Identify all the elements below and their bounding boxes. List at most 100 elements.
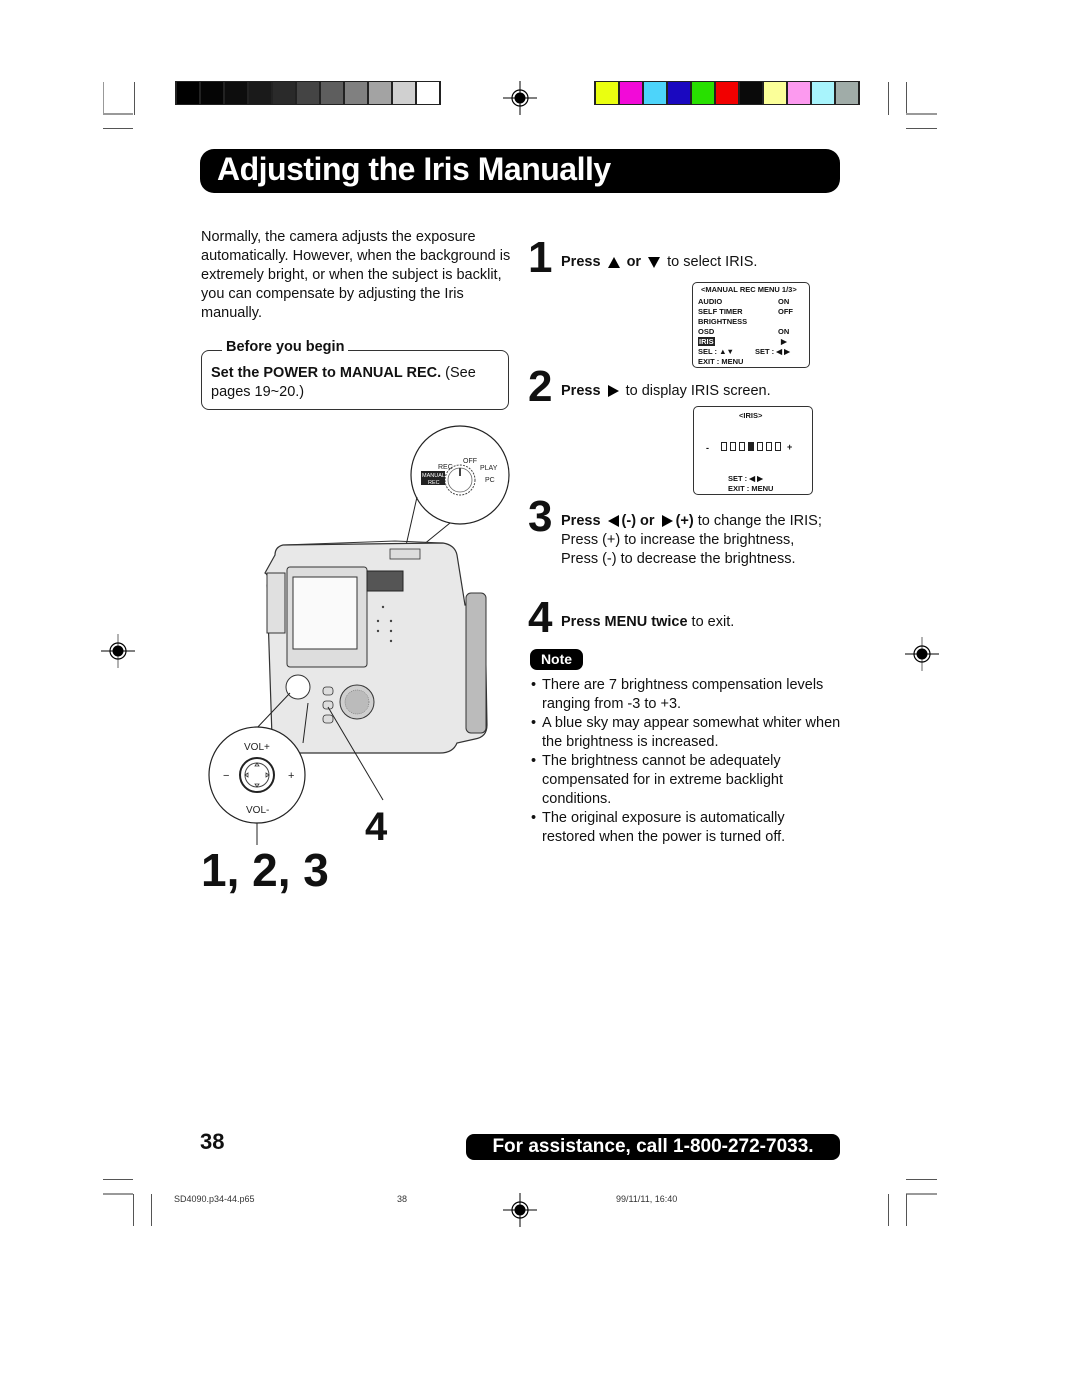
- crop-mark: [888, 1194, 889, 1226]
- registration-mark-icon: [905, 637, 939, 671]
- button-1: [322, 686, 334, 696]
- step-4-text: Press MENU twice to exit.: [561, 614, 735, 630]
- osd-row-label: SELF TIMER: [698, 307, 743, 316]
- osd-exit-hint: EXIT : MENU: [698, 357, 744, 366]
- gray-swatch: [297, 82, 319, 104]
- crop-mark: [103, 128, 133, 129]
- color-swatch: [596, 82, 618, 104]
- iris-level: [721, 442, 727, 451]
- vol-plus-label: VOL+: [244, 742, 270, 753]
- iris-level-current: [748, 442, 754, 451]
- gray-swatch: [393, 82, 415, 104]
- step-2-number: 2: [528, 362, 553, 411]
- top-dial-icon: [389, 548, 421, 560]
- camera-illustration: OFF REC PLAY PC MANUAL REC VOL+ VOL- − +: [208, 425, 510, 845]
- crop-mark: [103, 1193, 133, 1195]
- crop-mark: [103, 82, 104, 115]
- gray-swatch: [201, 82, 223, 104]
- plus-label: +: [288, 770, 294, 782]
- color-swatch: [812, 82, 834, 104]
- color-swatch: [620, 82, 642, 104]
- before-you-begin-heading: Before you begin: [222, 339, 349, 355]
- crop-mark: [906, 128, 937, 129]
- osd-row-value: ON: [778, 297, 790, 306]
- power-instruction: Set the POWER to MANUAL REC.: [211, 365, 442, 381]
- osd-iris-exit-hint: EXIT : MENU: [728, 484, 774, 493]
- footer-page: 38: [397, 1194, 408, 1204]
- vol-minus-label: VOL-: [246, 805, 269, 816]
- big-round-button: [285, 674, 311, 700]
- page-title: Adjusting the Iris Manually: [217, 151, 611, 187]
- gray-swatch: [177, 82, 199, 104]
- assistance-banner: For assistance, call 1-800-272-7033.: [466, 1134, 840, 1160]
- osd-row-value: OFF: [778, 307, 793, 316]
- note-item: There are 7 brightness compensation leve…: [531, 676, 841, 714]
- note-list: There are 7 brightness compensation leve…: [531, 676, 841, 847]
- footer-filename: SD4090.p34-44.p65: [174, 1194, 255, 1204]
- before-you-begin-text: Set the POWER to MANUAL REC. (See pages …: [211, 364, 506, 402]
- button-3: [322, 714, 334, 724]
- crop-mark: [134, 82, 135, 115]
- gray-swatch: [249, 82, 271, 104]
- osd-menu-header: <MANUAL REC MENU 1/3>: [701, 285, 797, 294]
- osd-row-label: BRIGHTNESS: [698, 317, 748, 326]
- step-1-text: Press or to select IRIS.: [561, 254, 758, 270]
- color-swatch: [692, 82, 714, 104]
- crop-mark: [906, 113, 937, 115]
- page-title-banner: Adjusting the Iris Manually: [200, 149, 840, 193]
- gray-swatch: [225, 82, 247, 104]
- gray-swatch: [321, 82, 343, 104]
- color-swatch: [716, 82, 738, 104]
- iris-level: [775, 442, 781, 451]
- right-arrow-icon: [607, 385, 619, 398]
- gray-swatch: [417, 82, 439, 104]
- grayscale-bar: [175, 81, 441, 105]
- crop-mark: [906, 82, 907, 115]
- iris-level-scale: [721, 442, 781, 451]
- step-2-text: Press to display IRIS screen.: [561, 383, 771, 399]
- grip-panel: [465, 592, 487, 734]
- step-1-number: 1: [528, 233, 553, 282]
- crop-mark: [906, 1179, 937, 1180]
- osd-row-value: ON: [778, 327, 790, 336]
- crop-mark: [888, 82, 889, 115]
- crop-mark: [103, 113, 133, 115]
- osd-row-iris-selected: IRIS: [698, 337, 715, 346]
- color-bar: [594, 81, 860, 105]
- right-arrow-icon: [661, 515, 673, 528]
- dial-label-manual-rec: MANUAL: [422, 473, 445, 479]
- step-3-text: Press (-) or (+) to change the IRIS; Pre…: [561, 513, 822, 567]
- registration-mark-icon: [503, 1193, 537, 1227]
- osd-sel-hint: SEL : ▲▼: [698, 347, 734, 356]
- crop-mark: [133, 1194, 134, 1226]
- gray-swatch: [369, 82, 391, 104]
- osd-iris-header: <IRIS>: [739, 411, 763, 420]
- crop-mark: [906, 1193, 937, 1195]
- footer-timestamp: 99/11/11, 16:40: [616, 1194, 678, 1204]
- note-item: The brightness cannot be adequately comp…: [531, 752, 841, 809]
- note-item: The original exposure is automatically r…: [531, 809, 841, 847]
- color-swatch: [668, 82, 690, 104]
- osd-iris-screen: <IRIS> - + SET : ◀ ▶ EXIT : MENU: [693, 406, 813, 495]
- osd-set-hint: SET : ◀ ▶: [755, 347, 790, 356]
- color-swatch: [764, 82, 786, 104]
- dial-label-off: OFF: [463, 458, 477, 465]
- iris-level: [739, 442, 745, 451]
- svg-text:REC: REC: [428, 480, 440, 486]
- color-swatch: [788, 82, 810, 104]
- osd-row-label: OSD: [698, 327, 715, 336]
- minus-label: −: [223, 770, 229, 782]
- crop-mark: [906, 1194, 907, 1226]
- dial-label-rec: REC: [438, 464, 453, 471]
- dial-label-play: PLAY: [480, 465, 498, 472]
- osd-iris-set-hint: SET : ◀ ▶: [728, 474, 763, 483]
- step-3-number: 3: [528, 492, 553, 541]
- color-swatch: [740, 82, 762, 104]
- up-arrow-icon: [607, 256, 620, 268]
- down-arrow-icon: [648, 256, 661, 268]
- note-badge: Note: [530, 649, 583, 670]
- iris-level: [730, 442, 736, 451]
- registration-mark-icon: [101, 634, 135, 668]
- gray-swatch: [273, 82, 295, 104]
- iris-level: [757, 442, 763, 451]
